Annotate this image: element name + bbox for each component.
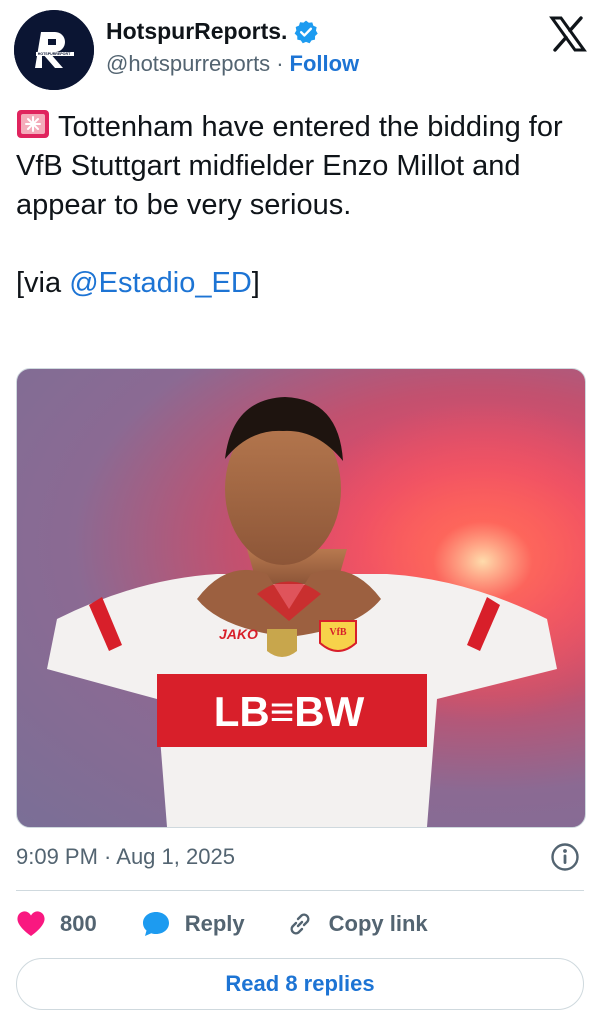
via-suffix: ] — [251, 267, 260, 299]
action-bar: 800 Reply Copy link — [16, 904, 468, 944]
tweet-media-photo[interactable]: VfB JAKO LB≡BW — [16, 368, 586, 828]
kit-brand-text: JAKO — [219, 626, 258, 642]
divider — [16, 890, 584, 891]
tweet-header: HOTSPURREPORT HotspurReports. @hotspurre… — [14, 10, 592, 90]
copy-link-label: Copy link — [328, 911, 428, 936]
separator: · — [276, 51, 284, 76]
crest-text: VfB — [329, 627, 347, 638]
reply-button[interactable]: Reply — [141, 909, 245, 939]
display-name-row: HotspurReports. — [106, 18, 359, 45]
reply-label: Reply — [184, 911, 245, 936]
handle-row: @hotspurreports · Follow — [106, 51, 359, 77]
sponsor-text: LB≡BW — [214, 688, 365, 735]
avatar-text: HOTSPURREPORT — [38, 52, 71, 56]
read-replies-label: Read 8 replies — [225, 971, 375, 996]
x-logo-icon[interactable] — [548, 14, 588, 54]
verified-badge-icon — [295, 20, 319, 43]
mention-link[interactable]: @Estadio_ED — [69, 267, 252, 299]
follow-button[interactable]: Follow — [290, 51, 360, 77]
handle[interactable]: @hotspurreports — [106, 51, 270, 77]
hotspurreports-logo: HOTSPURREPORT — [14, 10, 94, 90]
copy-link-button[interactable]: Copy link — [285, 909, 428, 939]
tweet-via-line: [via @Estadio_ED] — [16, 264, 576, 303]
via-prefix: [via — [16, 267, 70, 299]
tweet-body: Tottenham have entered the bidding for V… — [16, 108, 576, 225]
like-button[interactable]: 800 — [16, 909, 97, 939]
like-count: 800 — [60, 911, 97, 936]
tweet-main-text: Tottenham have entered the bidding for V… — [16, 111, 563, 221]
avatar[interactable]: HOTSPURREPORT — [14, 10, 94, 90]
link-icon — [290, 913, 310, 935]
police-siren-icon — [17, 110, 49, 138]
player-photo: VfB JAKO LB≡BW — [17, 369, 585, 827]
account-names: HotspurReports. @hotspurreports · Follow — [106, 18, 359, 77]
display-name[interactable]: HotspurReports. — [106, 18, 287, 45]
info-icon[interactable] — [550, 842, 580, 872]
timestamp[interactable]: 9:09 PM · Aug 1, 2025 — [16, 844, 235, 870]
read-replies-button[interactable]: Read 8 replies — [16, 958, 584, 1010]
tweet-text: Tottenham have entered the bidding for V… — [16, 108, 576, 303]
heart-icon — [17, 911, 45, 936]
reply-bubble-icon — [142, 912, 169, 936]
timestamp-row: 9:09 PM · Aug 1, 2025 — [16, 842, 584, 872]
